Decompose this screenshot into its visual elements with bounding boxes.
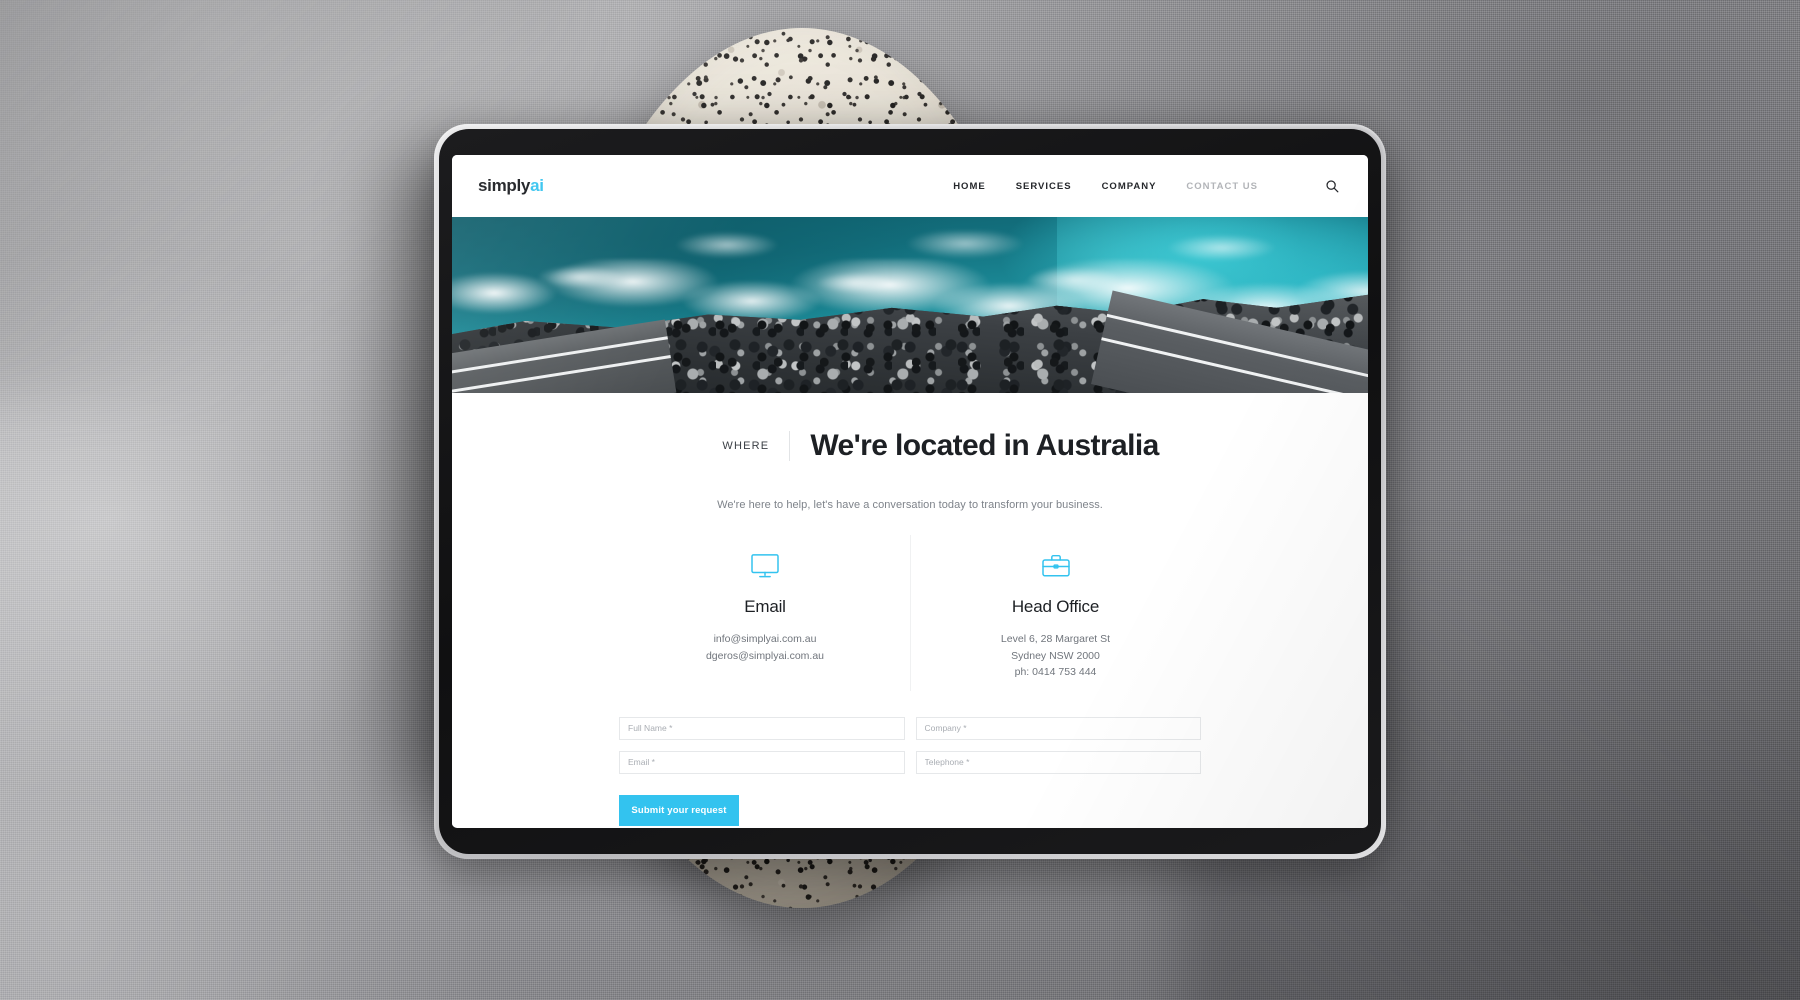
submit-request-button[interactable]: Submit your request	[619, 794, 739, 826]
contact-lines-email: info@simplyai.com.au dgeros@simplyai.com…	[630, 631, 900, 664]
office-address-line-2: Sydney NSW 2000	[1011, 649, 1100, 662]
contact-columns: Email info@simplyai.com.au dgeros@simply…	[452, 535, 1368, 691]
page-content: WHERE We're located in Australia We're h…	[452, 393, 1368, 826]
nav-item-contact-us[interactable]: CONTACT US	[1186, 181, 1258, 192]
tablet-bezel: simplyai HOME SERVICES COMPANY CONTACT U…	[439, 129, 1381, 854]
office-address-line-1: Level 6, 28 Margaret St	[1000, 633, 1111, 645]
search-button[interactable]	[1322, 176, 1342, 196]
contact-request-form: Submit your request	[619, 716, 1201, 826]
email-address-primary[interactable]: info@simplyai.com.au	[630, 631, 900, 648]
contact-lines-head-office: Level 6, 28 Margaret St Sydney NSW 2000 …	[921, 631, 1190, 681]
page-title: We're located in Australia	[810, 429, 1159, 462]
tablet-device: simplyai HOME SERVICES COMPANY CONTACT U…	[434, 124, 1386, 859]
scene: simplyai HOME SERVICES COMPANY CONTACT U…	[0, 0, 1800, 1000]
contact-title-email: Email	[744, 597, 786, 616]
email-input[interactable]	[619, 750, 905, 774]
section-eyebrow: WHERE	[722, 440, 770, 452]
nav-item-home[interactable]: HOME	[953, 181, 986, 192]
logo-accent-text: ai	[530, 176, 544, 195]
email-address-secondary[interactable]: dgeros@simplyai.com.au	[630, 648, 900, 665]
form-row-2	[619, 750, 1201, 774]
main-navigation: HOME SERVICES COMPANY CONTACT US	[953, 176, 1342, 196]
section-lede: We're here to help, let's have a convers…	[717, 499, 1103, 511]
form-row-1	[619, 716, 1201, 740]
tablet-screen: simplyai HOME SERVICES COMPANY CONTACT U…	[452, 155, 1368, 828]
monitor-icon	[630, 549, 900, 583]
logo-text: simply	[478, 176, 531, 195]
contact-card-email: Email info@simplyai.com.au dgeros@simply…	[620, 535, 910, 691]
site-logo[interactable]: simplyai	[478, 176, 544, 196]
office-phone[interactable]: ph: 0414 753 444	[921, 664, 1190, 681]
contact-title-head-office: Head Office	[1011, 597, 1100, 616]
search-icon	[1326, 180, 1339, 193]
site-header: simplyai HOME SERVICES COMPANY CONTACT U…	[452, 155, 1368, 217]
telephone-input[interactable]	[915, 750, 1201, 774]
company-input[interactable]	[915, 716, 1201, 740]
nav-item-services[interactable]: SERVICES	[1016, 181, 1072, 192]
full-name-input[interactable]	[619, 716, 905, 740]
contact-card-head-office: Head Office Level 6, 28 Margaret St Sydn…	[910, 535, 1200, 691]
section-heading-row: WHERE We're located in Australia	[452, 393, 1368, 463]
hero-banner	[452, 217, 1368, 393]
nav-item-company[interactable]: COMPANY	[1102, 181, 1157, 192]
briefcase-icon	[921, 549, 1190, 583]
